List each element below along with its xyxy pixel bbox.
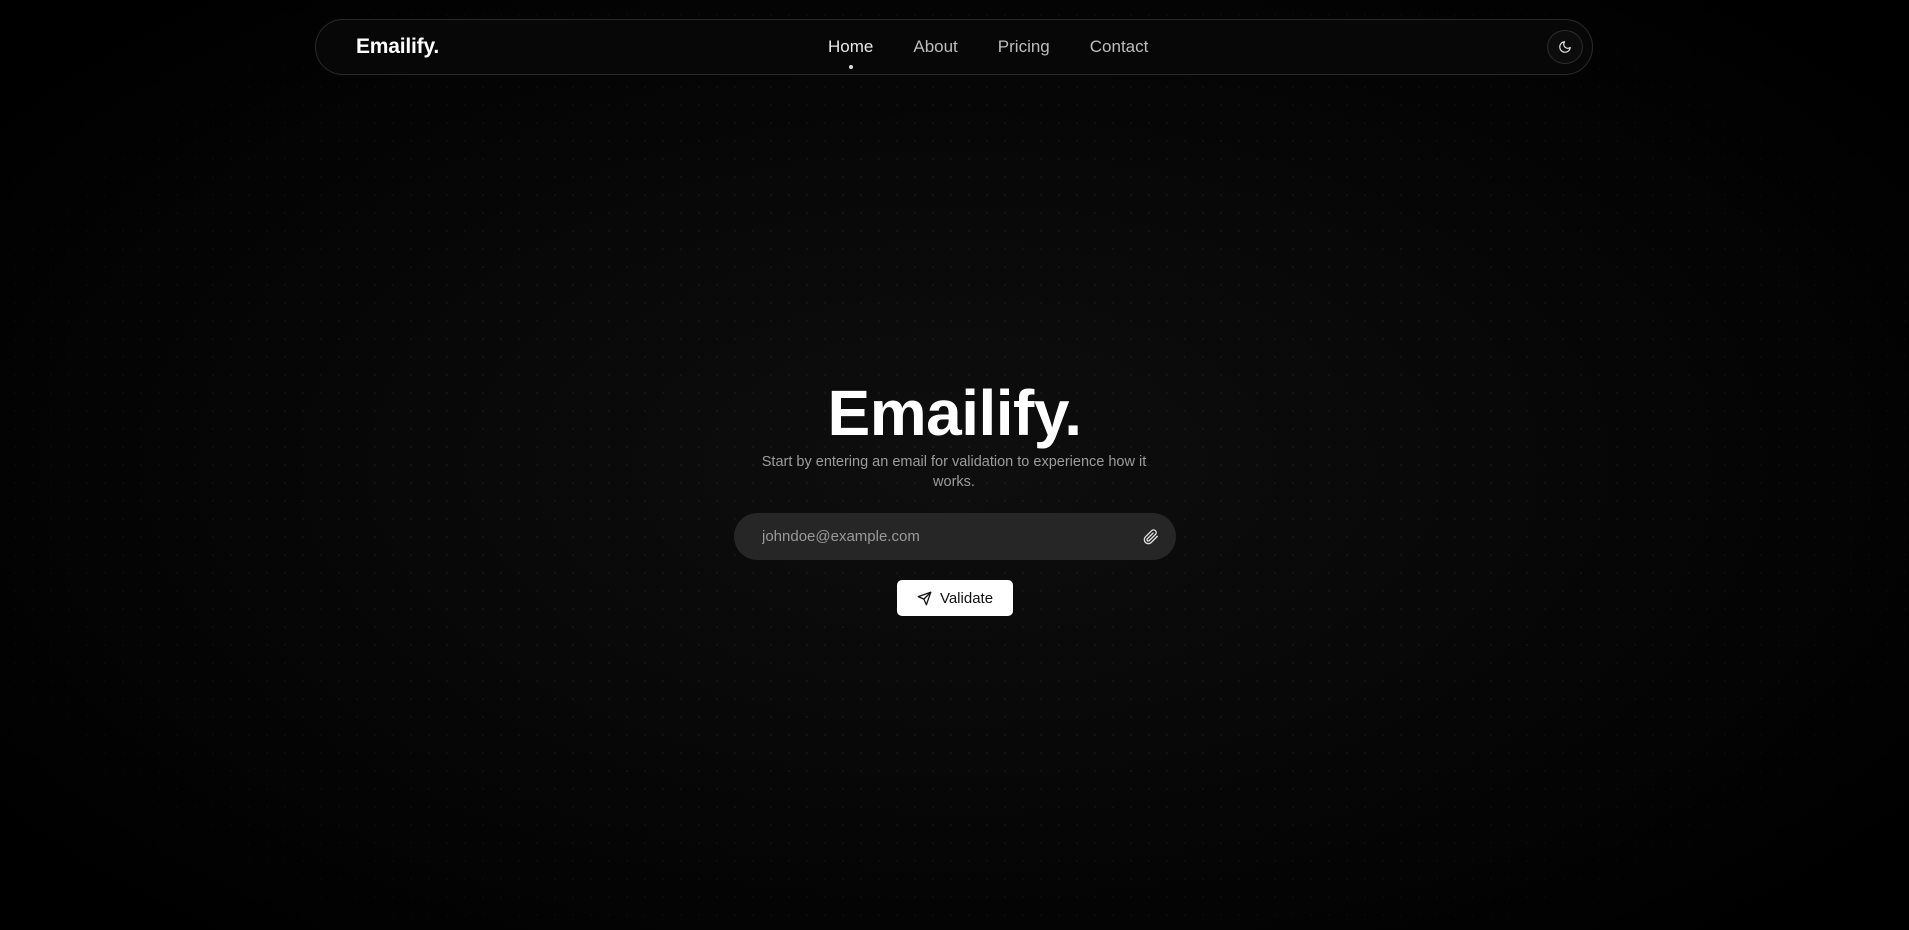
hero-title: Emailify.: [827, 377, 1082, 449]
nav-link-pricing-label: Pricing: [997, 37, 1050, 56]
page: Emailify. Home About Pricing Contact Ema…: [0, 0, 1909, 930]
paperclip-icon: [1143, 529, 1158, 545]
attach-file-button[interactable]: [1140, 526, 1162, 548]
nav-link-home[interactable]: Home: [828, 37, 874, 69]
hero-subtitle: Start by entering an email for validatio…: [761, 454, 1147, 490]
moon-icon: [1559, 41, 1571, 53]
nav-link-about[interactable]: About: [913, 37, 957, 57]
nav-link-contact[interactable]: Contact: [1090, 37, 1149, 57]
nav-links: Home About Pricing Contact: [828, 37, 1188, 69]
navbar: Emailify. Home About Pricing Contact: [315, 19, 1593, 75]
nav-link-pricing[interactable]: Pricing: [998, 37, 1050, 57]
email-input[interactable]: [762, 513, 1122, 560]
validate-button[interactable]: Validate: [897, 580, 1013, 616]
nav-link-home-label: Home: [828, 37, 874, 56]
email-input-container: [734, 513, 1176, 560]
nav-link-contact-label: Contact: [1089, 37, 1149, 56]
active-indicator-dot: [848, 65, 853, 69]
theme-toggle-button[interactable]: [1547, 30, 1583, 64]
logo[interactable]: Emailify.: [356, 35, 439, 59]
nav-link-about-label: About: [913, 37, 958, 56]
validate-button-label: Validate: [939, 589, 994, 607]
send-icon: [917, 591, 932, 605]
